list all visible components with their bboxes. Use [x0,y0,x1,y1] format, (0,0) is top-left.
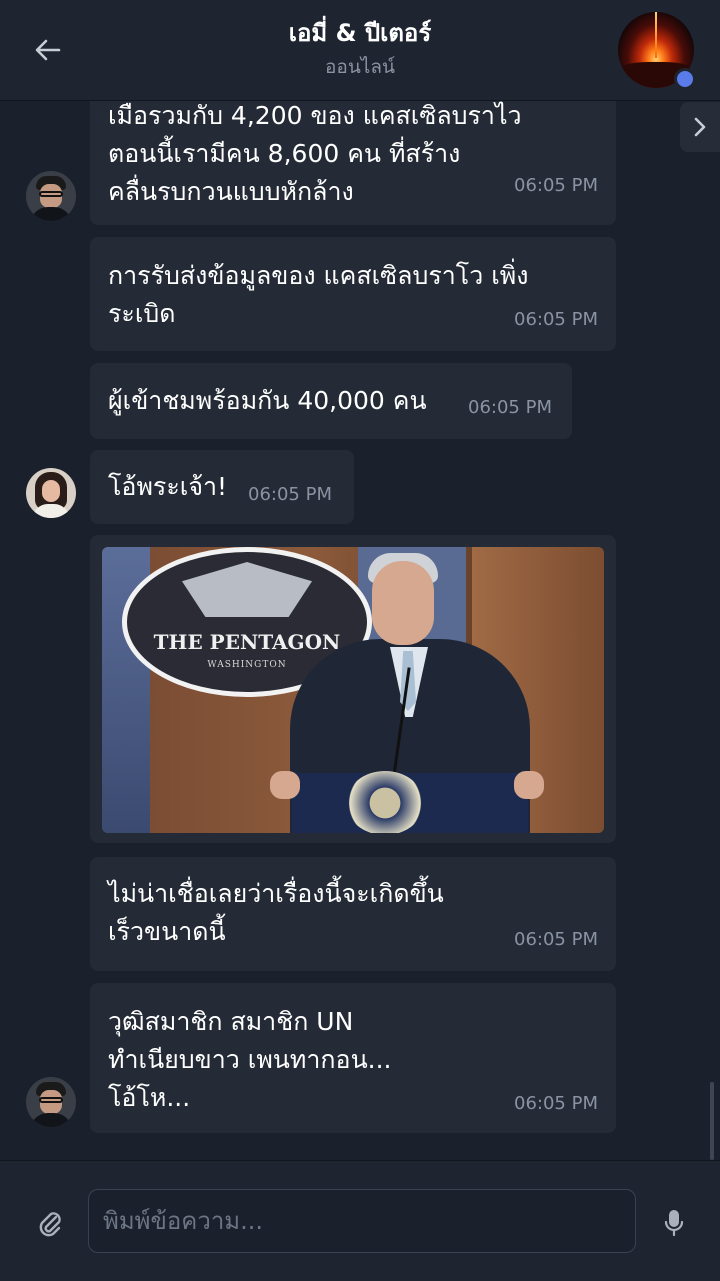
avatar-amy[interactable] [26,468,76,518]
online-indicator [674,68,696,90]
back-button[interactable] [22,28,74,72]
pentagon-press-photo[interactable]: THE PENTAGON WASHINGTON [102,547,604,833]
online-status: ออนไลน์ [325,56,395,78]
message-text: วุฒิสมาชิก สมาชิก UN ทำเนียบขาว เพนทากอน… [108,1007,392,1112]
avatar-peter[interactable] [26,1077,76,1127]
avatar-peter[interactable] [26,171,76,221]
attach-button[interactable] [28,1201,72,1245]
message-bubble[interactable]: เมือรวมกับ 4,200 ของ แคสเซิลบราไว ตอนนี้… [90,101,616,225]
message-text: ไม่น่าเชื่อเลยว่าเรื่องนี้จะเกิดขึ้น เร็… [108,879,444,946]
message-time: 06:05 PM [248,484,332,505]
message-text: ผู้เข้าชมพร้อมกัน 40,000 คน [108,386,427,415]
image-message[interactable]: THE PENTAGON WASHINGTON [90,535,616,843]
message-text: เมือรวมกับ 4,200 ของ แคสเซิลบราไว ตอนนี้… [108,101,522,206]
message-time: 06:05 PM [514,175,598,196]
message-bubble[interactable]: การรับส่งข้อมูลของ แคสเซิลบราโว เพิ่ง ระ… [90,237,616,351]
paperclip-icon [39,1212,61,1237]
message-bubble[interactable]: โอ้พระเจ้า! 06:05 PM [90,450,354,524]
message-time: 06:05 PM [514,929,598,950]
message-time: 06:05 PM [514,309,598,330]
message-text: โอ้พระเจ้า! [108,472,228,501]
message-input[interactable] [88,1189,636,1253]
composer [0,1160,720,1281]
message-bubble[interactable]: ไม่น่าเชื่อเลยว่าเรื่องนี้จะเกิดขึ้น เร็… [90,857,616,971]
chat-header: เอมี่ & ปีเตอร์ ออนไลน์ [0,0,720,101]
message-list[interactable]: เมือรวมกับ 4,200 ของ แคสเซิลบราไว ตอนนี้… [0,101,720,1160]
message-time: 06:05 PM [514,1093,598,1114]
scrollbar[interactable] [710,1082,714,1160]
message-text: การรับส่งข้อมูลของ แคสเซิลบราโว เพิ่ง ระ… [108,261,529,328]
microphone-icon [664,1210,684,1237]
voice-message-button[interactable] [652,1201,696,1245]
chat-title[interactable]: เอมี่ & ปีเตอร์ [160,16,560,50]
message-bubble[interactable]: ผู้เข้าชมพร้อมกัน 40,000 คน 06:05 PM [90,363,572,439]
message-time: 06:05 PM [468,397,552,418]
message-bubble[interactable]: วุฒิสมาชิก สมาชิก UN ทำเนียบขาว เพนทากอน… [90,983,616,1133]
seal-title: THE PENTAGON [153,630,341,654]
arrow-left-icon [35,39,61,61]
